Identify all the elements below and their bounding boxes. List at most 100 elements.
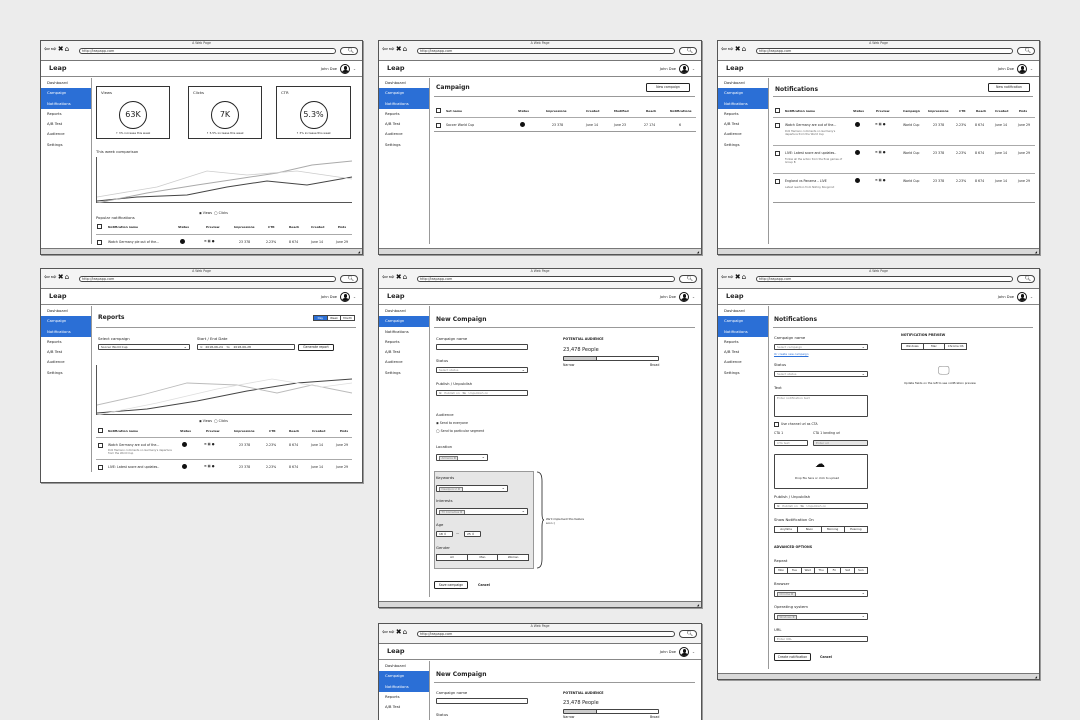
sidebar-item-reports[interactable]: Reports [379,109,429,119]
audience-segment-radio[interactable]: ◯ Send to particular segment [436,429,484,433]
sidebar-item-reports[interactable]: Reports [41,337,91,347]
user-menu[interactable]: John Doe ⌄ [660,64,695,74]
age-from-stepper[interactable]: 18 ⇕ [436,531,453,537]
app-logo[interactable]: Leap [726,292,744,300]
row-checkbox[interactable] [775,179,780,184]
cancel-link[interactable]: Cancel [478,583,490,587]
status-play-icon[interactable] [182,464,187,469]
address-bar[interactable]: http://leapapp.com [756,48,1013,54]
browser-nav-icons[interactable]: ⇦⇨✖⌂ [44,46,70,53]
sidebar-item-settings[interactable]: Settings [379,140,429,150]
status-play-icon[interactable] [180,239,185,244]
row-checkbox[interactable] [98,443,103,448]
gender-toggle[interactable]: All Man Woman [436,554,529,561]
select-all-checkbox[interactable] [97,224,102,229]
sidebar-item-notifications[interactable]: Notifications [41,98,91,109]
campaign-name-input[interactable] [436,344,528,350]
sidebar-item-notifications[interactable]: Notifications [379,681,429,692]
sidebar-item-settings[interactable]: Settings [41,140,91,150]
select-all-checkbox[interactable] [98,428,103,433]
sidebar-item-audience[interactable]: Audience [41,129,91,139]
address-bar[interactable]: http://leapapp.com [417,631,675,637]
new-notification-button[interactable]: New notification [988,83,1030,92]
day-sun[interactable]: Sun [855,568,867,573]
cancel-link[interactable]: Cancel [820,655,832,659]
address-bar[interactable]: http://leapapp.com [756,276,1013,282]
status-select[interactable]: Select status [436,367,528,373]
time-anytime[interactable]: Anytime [775,527,799,532]
sidebar-item-notifications[interactable]: Notifications [41,326,91,337]
resize-icon[interactable]: ◢ [1035,675,1037,679]
sidebar-item-campaign[interactable]: Campaign [379,88,429,99]
save-campaign-button[interactable]: Save campaign [434,581,468,589]
sidebar-item-notifications[interactable]: Notifications [718,326,768,337]
browser-nav-icons[interactable]: ⇦⇨✖⌂ [721,46,747,53]
select-all-checkbox[interactable] [436,108,441,113]
search-icon[interactable]: 🔍︎ [1017,47,1035,55]
keywords-select[interactable]: Deadpool 2 ✖ [436,485,508,492]
cta-text-input[interactable]: CTA text [774,440,808,446]
sidebar-item-dashboard[interactable]: Dashboard [41,78,91,88]
sidebar-item-audience[interactable]: Audience [379,129,429,139]
time-morning[interactable]: Morning [822,527,845,532]
publish-range-input[interactable]: ⊙ Publish on to Unpublish on [436,390,528,396]
use-cta-checkbox[interactable] [774,422,779,427]
day-fri[interactable]: Fri [828,568,842,573]
sidebar-item-dashboard[interactable]: Dashboard [379,661,429,671]
tab-chrome-os[interactable]: Chrome OS [945,344,966,349]
sidebar-item-notifications[interactable]: Notifications [379,98,429,109]
table-row[interactable]: LIVE: Latest score and updates.. Follow … [773,145,1035,173]
sidebar-item-reports[interactable]: Reports [41,109,91,119]
app-logo[interactable]: Leap [726,64,744,72]
address-bar[interactable]: http://leapapp.com [79,276,336,282]
create-campaign-link[interactable]: Or create new campaign [774,352,808,356]
sidebar-item-dashboard[interactable]: Dashboard [41,306,91,316]
sidebar-item-reports[interactable]: Reports [379,337,429,347]
keyword-tag[interactable]: Deadpool 2 ✖ [439,486,463,491]
browser-nav-icons[interactable]: ⇦⇨✖⌂ [44,274,70,281]
sidebar-item-campaign[interactable]: Campaign [41,88,91,99]
sidebar-item-campaign[interactable]: Campaign [379,671,429,682]
row-checkbox[interactable] [436,123,441,128]
sidebar-item-reports[interactable]: Reports [379,692,429,702]
address-bar[interactable]: http://leapapp.com [79,48,336,54]
repeat-days[interactable]: Mon Tue Wed Thu Fri Sat Sun [774,567,868,574]
status-play-icon[interactable] [855,150,860,155]
sidebar-item-campaign[interactable]: Campaign [718,88,768,99]
sidebar-item-campaign[interactable]: Campaign [718,316,768,327]
app-logo[interactable]: Leap [387,64,405,72]
sidebar-item-ab-test[interactable]: A/B Test [718,347,768,357]
resize-icon[interactable]: ◢ [358,250,360,254]
text-area[interactable]: Enter notification text [774,395,868,417]
sidebar-item-reports[interactable]: Reports [718,337,768,347]
range-month[interactable]: Month [341,316,354,320]
day-wed[interactable]: Wed [802,568,815,573]
status-play-icon[interactable] [520,122,525,127]
os-select[interactable]: Windows ✖ [774,613,868,620]
interest-tag[interactable]: TV Comedies ✖ [439,509,465,514]
row-checkbox[interactable] [775,151,780,156]
time-evening[interactable]: Evening [845,527,867,532]
browser-nav-icons[interactable]: ⇦⇨✖⌂ [382,46,408,53]
cta-url-input[interactable]: Enter url [813,440,868,446]
sidebar-item-dashboard[interactable]: Dashboard [379,78,429,88]
sidebar-item-dashboard[interactable]: Dashboard [379,306,429,316]
sidebar-item-reports[interactable]: Reports [718,109,768,119]
interests-select[interactable]: TV Comedies ✖ [436,508,528,515]
search-icon[interactable]: 🔍︎ [1017,275,1035,283]
sidebar-item-ab-test[interactable]: A/B Test [718,119,768,129]
sidebar-item-settings[interactable]: Settings [718,368,768,378]
address-bar[interactable]: http://leapapp.com [417,276,675,282]
sidebar-item-settings[interactable]: Settings [718,140,768,150]
status-play-icon[interactable] [182,442,187,447]
user-menu[interactable]: John Doe ⌄ [321,64,356,74]
day-sat[interactable]: Sat [841,568,855,573]
new-campaign-button[interactable]: New campaign [646,83,690,92]
day-thu[interactable]: Thu [815,568,829,573]
browser-nav-icons[interactable]: ⇦⇨✖⌂ [382,274,408,281]
campaign-select[interactable]: Soccer World Cup [98,344,190,350]
publish-range-input[interactable]: ⊙ Publish on to Unpublish on [774,503,868,509]
sidebar-item-audience[interactable]: Audience [718,357,768,367]
resize-icon[interactable]: ◢ [697,250,699,254]
table-row[interactable]: Watch Germany are out of the... Didi Ham… [773,117,1035,145]
